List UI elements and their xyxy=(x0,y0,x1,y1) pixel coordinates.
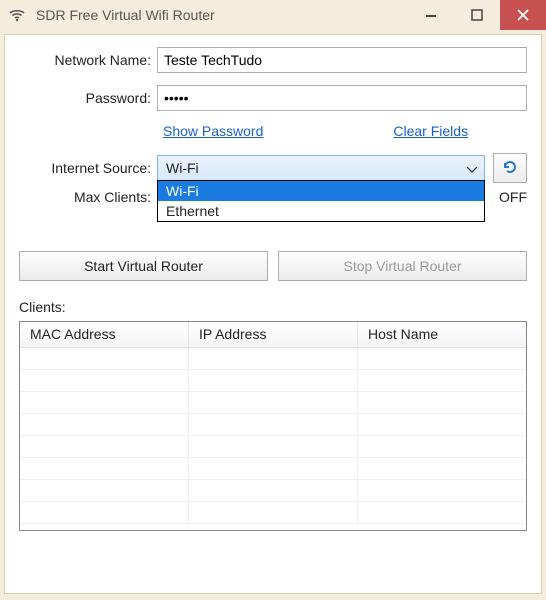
internet-source-combo[interactable]: Wi-Fi xyxy=(157,155,485,181)
max-clients-label: Max Clients: xyxy=(19,189,157,205)
window-buttons xyxy=(408,0,546,30)
internet-source-value: Wi-Fi xyxy=(166,160,199,176)
clients-table: MAC Address IP Address Host Name xyxy=(19,321,527,531)
table-row xyxy=(20,414,526,436)
password-label: Password: xyxy=(19,90,157,106)
col-host[interactable]: Host Name xyxy=(358,322,526,347)
clients-tbody xyxy=(20,348,526,524)
minimize-button[interactable] xyxy=(408,0,454,30)
table-row xyxy=(20,392,526,414)
dropdown-option-ethernet[interactable]: Ethernet xyxy=(158,201,484,221)
col-ip[interactable]: IP Address xyxy=(189,322,358,347)
status-off: OFF xyxy=(487,189,527,205)
start-router-button[interactable]: Start Virtual Router xyxy=(19,251,268,281)
table-row xyxy=(20,370,526,392)
table-row xyxy=(20,502,526,524)
app-frame: Network Name: Password: Show Password Cl… xyxy=(4,34,542,594)
dropdown-option-wifi[interactable]: Wi-Fi xyxy=(158,181,484,201)
refresh-button[interactable] xyxy=(493,153,527,183)
maximize-button[interactable] xyxy=(454,0,500,30)
clear-fields-link[interactable]: Clear Fields xyxy=(393,123,468,139)
clients-label: Clients: xyxy=(19,299,527,315)
show-password-link[interactable]: Show Password xyxy=(163,123,263,139)
internet-source-dropdown: Wi-Fi Ethernet xyxy=(157,180,485,222)
col-mac[interactable]: MAC Address xyxy=(20,322,189,347)
chevron-down-icon xyxy=(464,160,480,176)
close-button[interactable] xyxy=(500,0,546,30)
wifi-icon xyxy=(8,6,26,24)
window-title: SDR Free Virtual Wifi Router xyxy=(36,7,408,23)
internet-source-label: Internet Source: xyxy=(19,160,157,176)
titlebar: SDR Free Virtual Wifi Router xyxy=(0,0,546,30)
network-name-label: Network Name: xyxy=(19,52,157,68)
table-row xyxy=(20,436,526,458)
table-row xyxy=(20,458,526,480)
password-input[interactable] xyxy=(157,85,527,111)
network-name-input[interactable] xyxy=(157,47,527,73)
table-row xyxy=(20,348,526,370)
table-row xyxy=(20,480,526,502)
stop-router-button: Stop Virtual Router xyxy=(278,251,527,281)
refresh-icon xyxy=(501,158,519,179)
